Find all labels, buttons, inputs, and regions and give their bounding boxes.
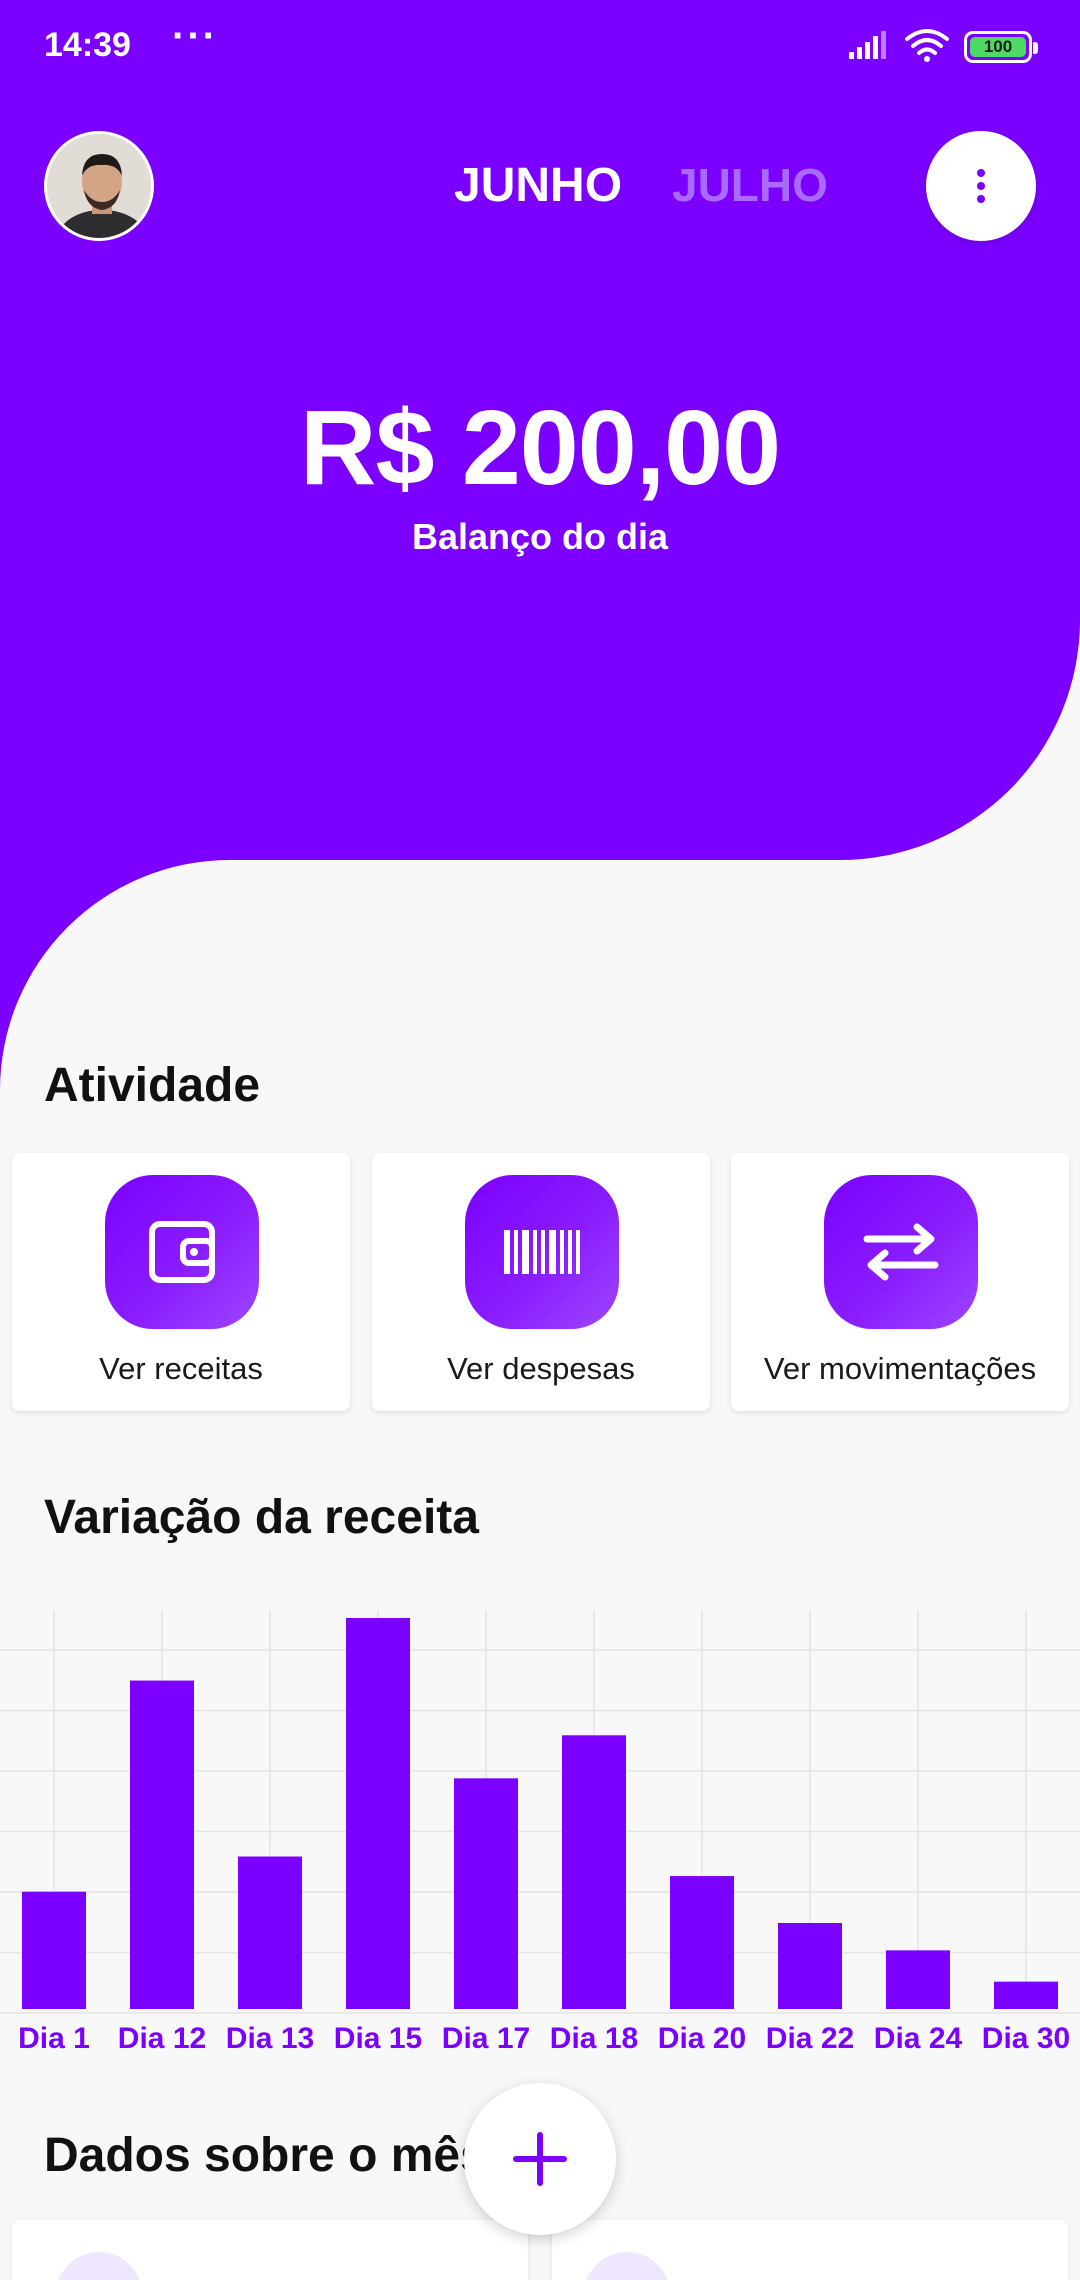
balance-amount: R$ 200,00 (299, 389, 781, 507)
tab-month-next[interactable]: JULHO (672, 158, 828, 212)
tab-month-current[interactable]: JUNHO (454, 158, 622, 213)
chart-tick-label: Dia 18 (550, 2022, 638, 2055)
chart-bar-dia-13[interactable] (238, 1856, 302, 2009)
battery-tip (1033, 42, 1038, 54)
revenue-chart-title: Variação da receita (44, 1491, 479, 1544)
card-ver-movimentacoes[interactable]: Ver movimentações (731, 1153, 1069, 1411)
chart-tick-label: Dia 13 (226, 2022, 314, 2055)
chart-bar-dia-15[interactable] (346, 1618, 410, 2009)
balance-label: Balanço do dia (411, 516, 669, 557)
card-label: Ver despesas (447, 1351, 635, 1386)
chart-bar-dia-24[interactable] (886, 1950, 950, 2009)
signal-icon (848, 30, 888, 65)
chart-bar-dia-1[interactable] (22, 1891, 86, 2009)
more-vertical-icon-dot (977, 195, 985, 203)
chart-bar-dia-20[interactable] (670, 1876, 734, 2009)
activity-title: Atividade (44, 1059, 261, 1112)
month-data-card-right[interactable] (552, 2220, 1068, 2280)
add-transaction-button[interactable] (464, 2083, 616, 2235)
revenue-bar-chart: Dia 1 Dia 12 Dia 13 Dia 15 Dia 17 Dia 18 Dia 2… (0, 1610, 1080, 2055)
chart-bar-dia-30[interactable] (994, 1981, 1058, 2009)
transfer-arrows-icon (824, 1175, 978, 1329)
month-selector: JUNHO JULHO (0, 158, 1080, 218)
more-notifications-icon: ··· (172, 14, 218, 58)
chart-bar-dia-17[interactable] (454, 1778, 518, 2009)
wifi-icon (904, 28, 950, 67)
chart-tick-label: Dia 24 (874, 2022, 963, 2055)
chart-bar-dia-12[interactable] (130, 1680, 194, 2009)
card-ver-receitas[interactable]: Ver receitas (12, 1153, 350, 1411)
barcode-icon (465, 1175, 619, 1329)
status-bar: 14:39 ··· 100 (0, 0, 1080, 96)
card-ver-despesas[interactable]: Ver despesas (372, 1153, 710, 1411)
more-options-button[interactable] (926, 131, 1036, 241)
card-label: Ver receitas (99, 1351, 263, 1386)
battery-icon: 100 (964, 31, 1038, 63)
chart-bar-dia-22[interactable] (778, 1922, 842, 2009)
more-vertical-icon-dot (977, 182, 985, 190)
month-data-title: Dados sobre o mês (44, 2129, 487, 2182)
month-data-icon-right (584, 2252, 670, 2280)
chart-tick-label: Dia 17 (442, 2022, 530, 2055)
chart-tick-label: Dia 20 (658, 2022, 746, 2055)
chart-tick-label: Dia 30 (982, 2022, 1070, 2055)
status-time: 14:39 (44, 26, 131, 64)
chart-tick-label: Dia 1 (18, 2022, 90, 2055)
battery-level: 100 (970, 37, 1026, 57)
chart-tick-label: Dia 22 (766, 2022, 854, 2055)
chart-tick-label: Dia 15 (334, 2022, 422, 2055)
wallet-icon (105, 1175, 259, 1329)
month-data-card-left[interactable] (12, 2220, 528, 2280)
chart-tick-label: Dia 12 (118, 2022, 206, 2055)
more-vertical-icon (977, 169, 985, 177)
plus-icon (513, 2132, 567, 2186)
month-data-icon-left (56, 2252, 142, 2280)
chart-bar-dia-18[interactable] (562, 1735, 626, 2009)
card-label: Ver movimentações (763, 1351, 1037, 1386)
